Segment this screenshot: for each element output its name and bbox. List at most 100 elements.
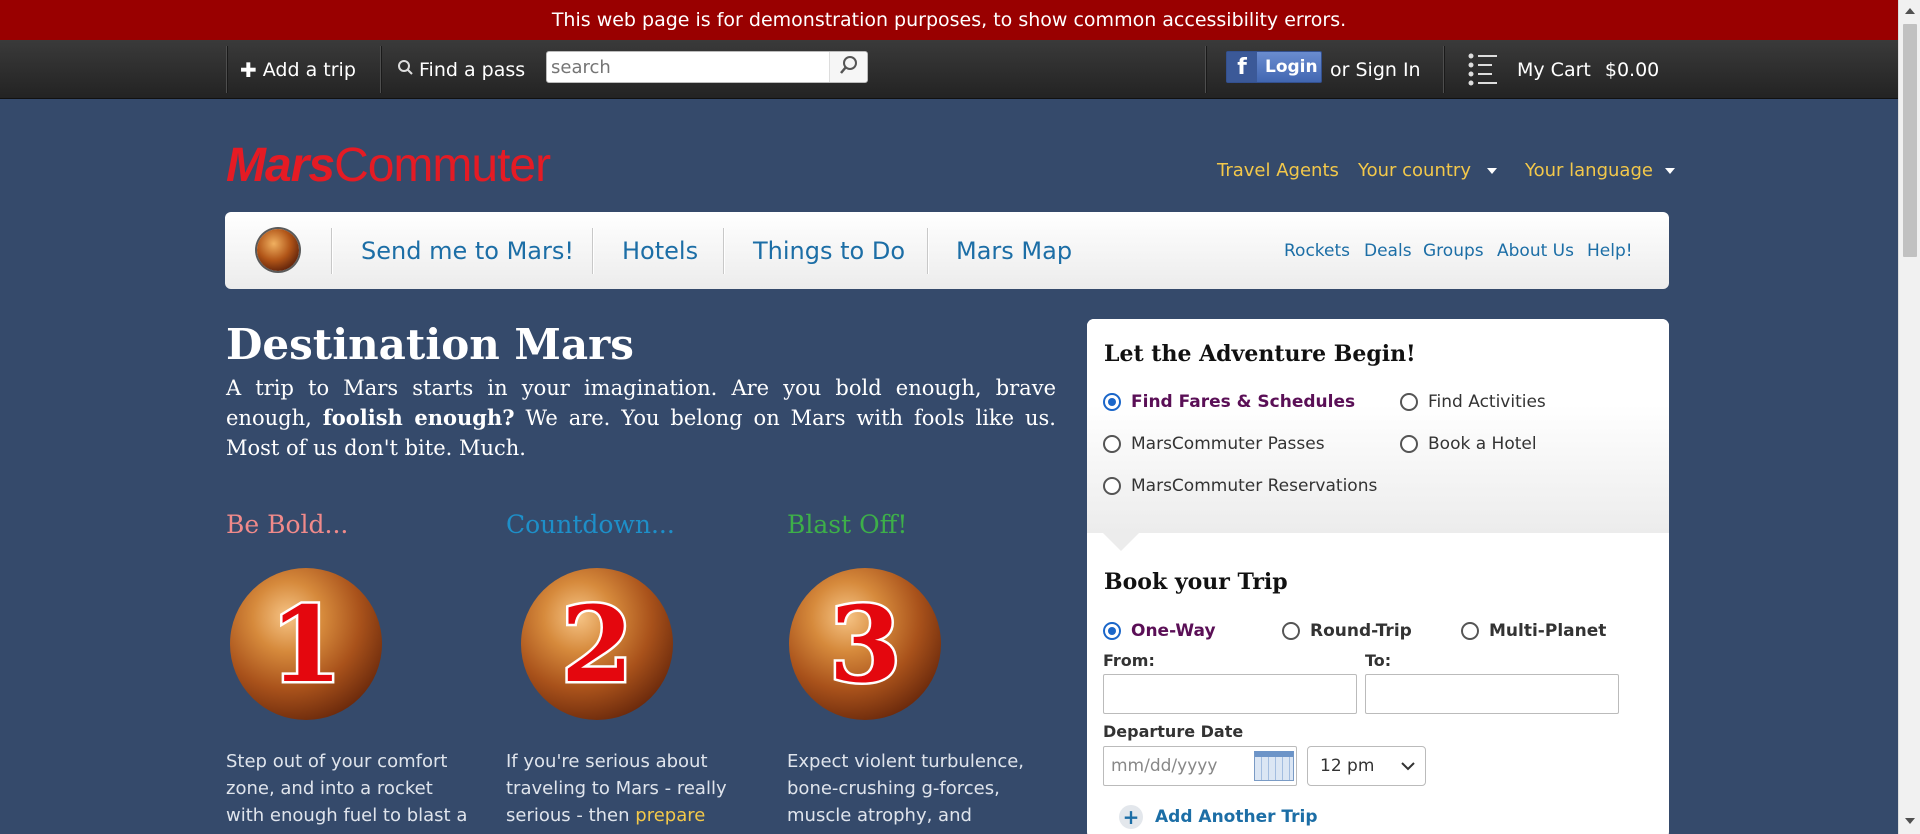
mars-step-2-icon: 2 <box>521 568 673 720</box>
vertical-scrollbar[interactable] <box>1898 0 1920 834</box>
radio-find-fares[interactable]: Find Fares & Schedules <box>1103 392 1355 412</box>
mars-home-icon[interactable] <box>257 229 299 271</box>
plus-icon: + <box>1119 805 1143 829</box>
departure-date-field[interactable]: mm/dd/yyyy <box>1103 746 1297 786</box>
country-dropdown[interactable]: Your country <box>1358 160 1497 181</box>
language-dropdown[interactable]: Your language <box>1525 160 1675 181</box>
search-box <box>546 51 868 83</box>
travel-agents-label: Travel Agents <box>1217 160 1339 181</box>
step-1-text: Step out of your comfort zone, and into … <box>226 748 476 829</box>
nav-things-to-do[interactable]: Things to Do <box>753 212 905 289</box>
step-3-text: Expect violent turbulence, bone-crushing… <box>787 748 1037 829</box>
to-label: To: <box>1365 651 1392 670</box>
divider <box>592 228 593 274</box>
nav-label: Deals <box>1364 240 1412 261</box>
chevron-down-icon <box>1401 756 1415 776</box>
demo-banner: This web page is for demonstration purpo… <box>0 0 1898 40</box>
step-1-number: 1 <box>267 580 344 708</box>
search-input[interactable] <box>547 52 829 82</box>
scroll-thumb[interactable] <box>1903 24 1917 257</box>
scroll-down-icon[interactable] <box>1905 818 1915 824</box>
departure-time-select[interactable]: 12 pm <box>1307 746 1426 786</box>
scroll-up-icon[interactable] <box>1905 8 1915 14</box>
search-icon <box>839 55 859 79</box>
prepare-link[interactable]: prepare <box>635 805 705 826</box>
find-pass-label: Find a pass <box>419 58 526 81</box>
nav-label: Things to Do <box>753 236 906 265</box>
step-1-heading: Be Bold... <box>226 510 349 539</box>
to-field[interactable] <box>1365 674 1619 714</box>
radio-one-way[interactable]: One-Way <box>1103 621 1216 641</box>
add-another-trip-link[interactable]: + Add Another Trip <box>1119 805 1318 829</box>
top-utility-bar: ✚ Add a trip Find a pass or Sign In My C… <box>0 40 1898 99</box>
section-pointer <box>1103 533 1139 551</box>
cart-menu-icon[interactable] <box>1468 40 1498 99</box>
departure-date-label: Departure Date <box>1103 722 1244 741</box>
radio-button[interactable] <box>1282 622 1300 640</box>
chevron-down-icon <box>1664 168 1675 174</box>
cart-link[interactable]: My Cart $0.00 <box>1517 40 1659 99</box>
nav-help[interactable]: Help! <box>1587 212 1633 289</box>
add-trip-label: Add a trip <box>262 58 356 81</box>
radio-label: Find Activities <box>1428 392 1546 412</box>
radio-button[interactable] <box>1103 622 1121 640</box>
cart-total: $0.00 <box>1604 58 1660 81</box>
radio-button[interactable] <box>1103 393 1121 411</box>
step-2-heading: Countdown... <box>506 510 675 539</box>
nav-groups[interactable]: Groups <box>1423 212 1484 289</box>
intro-text: A trip to Mars starts in your imaginatio… <box>226 373 1056 463</box>
search-icon <box>397 59 414 81</box>
search-button[interactable] <box>829 52 867 82</box>
step-3-body: Expect violent turbulence, bone-crushing… <box>787 751 1025 826</box>
radio-passes[interactable]: MarsCommuter Passes <box>1103 434 1325 454</box>
radio-book-hotel[interactable]: Book a Hotel <box>1400 434 1537 454</box>
radio-find-activities[interactable]: Find Activities <box>1400 392 1546 412</box>
from-field[interactable] <box>1103 674 1357 714</box>
mars-step-1-icon: 1 <box>230 568 382 720</box>
chevron-down-icon <box>1486 168 1497 174</box>
nav-hotels[interactable]: Hotels <box>622 212 698 289</box>
radio-label: MarsCommuter Passes <box>1131 434 1325 454</box>
travel-agents-link[interactable]: Travel Agents <box>1217 160 1339 181</box>
radio-reservations[interactable]: MarsCommuter Reservations <box>1103 476 1377 496</box>
nav-mars-map[interactable]: Mars Map <box>956 212 1072 289</box>
radio-button[interactable] <box>1103 477 1121 495</box>
step-3-number: 3 <box>826 580 903 708</box>
add-another-trip-label: Add Another Trip <box>1155 807 1318 827</box>
from-label: From: <box>1103 651 1155 670</box>
marscommuter-logo[interactable]: MarsCommuter <box>226 138 551 193</box>
divider <box>1205 46 1206 93</box>
nav-rockets[interactable]: Rockets <box>1284 212 1350 289</box>
nav-deals[interactable]: Deals <box>1364 212 1412 289</box>
demo-banner-text: This web page is for demonstration purpo… <box>551 9 1347 31</box>
radio-button[interactable] <box>1400 435 1418 453</box>
nav-send-me-to-mars[interactable]: Send me to Mars! <box>361 212 574 289</box>
nav-label: Help! <box>1587 240 1633 261</box>
radio-round-trip[interactable]: Round-Trip <box>1282 621 1412 641</box>
nav-about-us[interactable]: About Us <box>1497 212 1574 289</box>
calendar-icon[interactable] <box>1254 751 1294 781</box>
language-label: Your language <box>1525 160 1653 181</box>
add-trip-link[interactable]: ✚ Add a trip <box>240 40 356 99</box>
facebook-login-button[interactable]: f Login <box>1226 51 1322 83</box>
radio-multi-planet[interactable]: Multi-Planet <box>1461 621 1606 641</box>
radio-button[interactable] <box>1461 622 1479 640</box>
nav-label: Mars Map <box>956 236 1073 265</box>
divider <box>226 46 227 93</box>
time-value: 12 pm <box>1320 756 1375 776</box>
cart-label: My Cart <box>1517 58 1591 81</box>
divider <box>331 228 332 274</box>
nav-label: Hotels <box>622 236 699 265</box>
adventure-heading: Let the Adventure Begin! <box>1104 341 1416 367</box>
radio-button[interactable] <box>1400 393 1418 411</box>
main-navigation: Send me to Mars! Hotels Things to Do Mar… <box>225 212 1669 289</box>
intro-emphasis: foolish enough? <box>322 405 515 430</box>
find-pass-link[interactable]: Find a pass <box>397 40 525 99</box>
sign-in-link[interactable]: or Sign In <box>1330 40 1421 99</box>
nav-label: Groups <box>1423 240 1484 261</box>
page-title: Destination Mars <box>226 320 634 369</box>
sign-in-label: or Sign In <box>1330 58 1421 81</box>
radio-button[interactable] <box>1103 435 1121 453</box>
radio-label: Round-Trip <box>1310 621 1412 641</box>
country-label: Your country <box>1358 160 1471 181</box>
